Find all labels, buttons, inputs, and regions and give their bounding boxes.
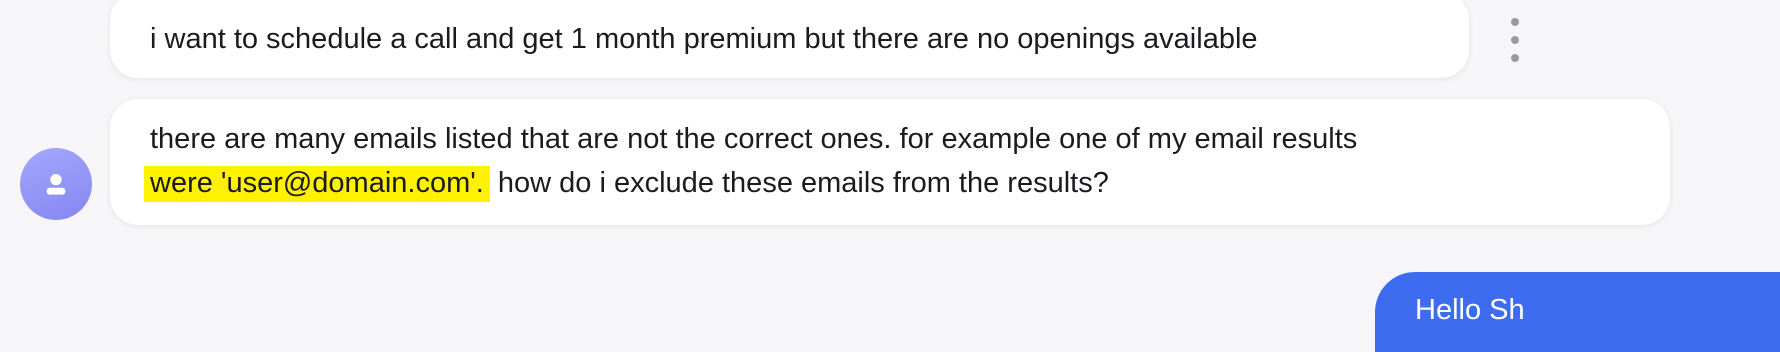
menu-dot xyxy=(1511,36,1519,44)
assistant-reply-bubble: Hello Sh xyxy=(1375,272,1780,352)
user-icon xyxy=(46,174,66,195)
message-text-line-1: there are many emails listed that are no… xyxy=(150,123,1358,155)
chat-message-1: i want to schedule a call and get 1 mont… xyxy=(110,0,1469,78)
menu-dot xyxy=(1511,18,1519,26)
more-options-icon[interactable] xyxy=(1503,18,1527,62)
reply-text: Hello Sh xyxy=(1415,294,1525,326)
message-text-rest: how do i exclude these emails from the r… xyxy=(489,167,1109,199)
highlighted-text: were 'user@domain.com'. xyxy=(144,166,490,202)
message-text: i want to schedule a call and get 1 mont… xyxy=(150,23,1258,55)
message-text-line-2: were 'user@domain.com'. how do i exclude… xyxy=(144,161,1630,205)
chat-message-2: there are many emails listed that are no… xyxy=(110,99,1670,225)
user-avatar xyxy=(20,148,92,220)
menu-dot xyxy=(1511,54,1519,62)
